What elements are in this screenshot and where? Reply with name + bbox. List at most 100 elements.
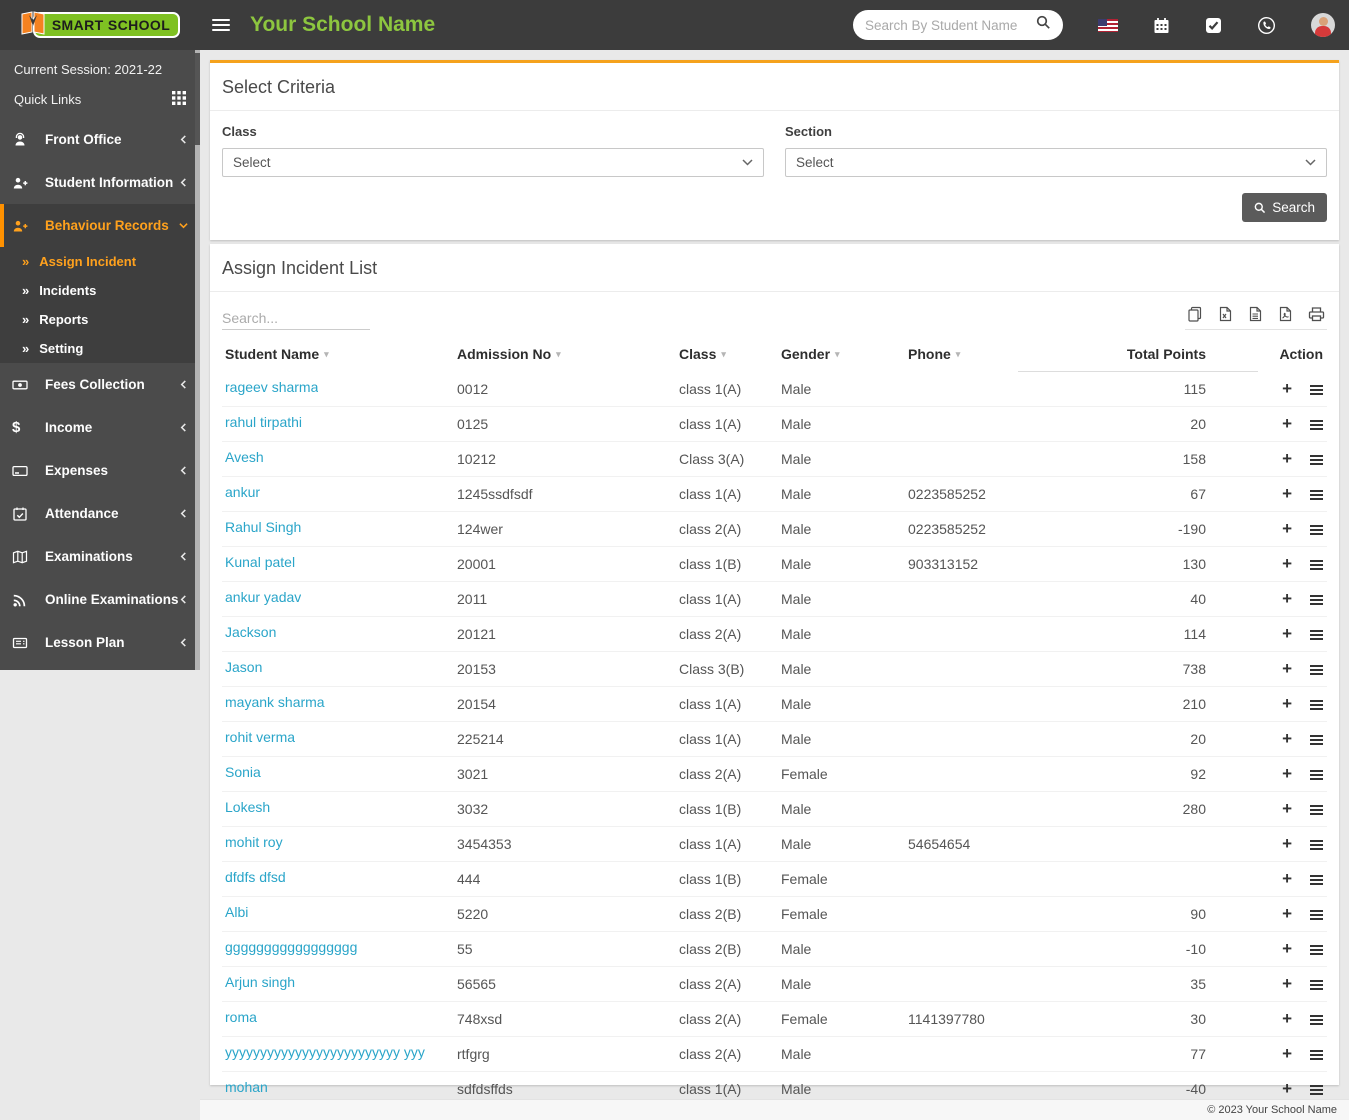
student-name-link[interactable]: Jackson <box>225 624 276 640</box>
task-check-square-icon[interactable] <box>1205 17 1222 34</box>
sidebar-item-examinations[interactable]: Examinations <box>0 535 200 578</box>
add-incident-button[interactable]: + <box>1282 659 1292 679</box>
add-incident-button[interactable]: + <box>1282 974 1292 994</box>
sidebar-item-student-information[interactable]: Student Information <box>0 161 200 204</box>
sidebar-item-assign-incident[interactable]: » Assign Incident <box>0 247 200 276</box>
student-name-link[interactable]: Jason <box>225 659 262 675</box>
student-name-link[interactable]: mohit roy <box>225 834 283 850</box>
sidebar-item-setting[interactable]: » Setting <box>0 334 200 363</box>
add-incident-button[interactable]: + <box>1282 904 1292 924</box>
sidebar-item-online-examinations[interactable]: Online Examinations <box>0 578 200 621</box>
incident-list-button[interactable] <box>1310 1049 1323 1052</box>
incident-list-button[interactable] <box>1310 664 1323 667</box>
avatar[interactable] <box>1311 13 1335 37</box>
pdf-icon[interactable] <box>1278 306 1293 322</box>
add-incident-button[interactable]: + <box>1282 414 1292 434</box>
student-name-link[interactable]: roma <box>225 1009 257 1025</box>
add-incident-button[interactable]: + <box>1282 939 1292 959</box>
student-name-link[interactable]: Arjun singh <box>225 974 295 990</box>
add-incident-button[interactable]: + <box>1282 764 1292 784</box>
sidebar-item-expenses[interactable]: Expenses <box>0 449 200 492</box>
student-search-input[interactable] <box>865 17 1036 33</box>
csv-icon[interactable] <box>1248 306 1263 322</box>
table-search-input[interactable] <box>222 307 370 330</box>
section-select[interactable]: Select <box>785 148 1327 177</box>
add-incident-button[interactable]: + <box>1282 519 1292 539</box>
sidebar-item-income[interactable]: $ Income <box>0 406 200 449</box>
add-incident-button[interactable]: + <box>1282 449 1292 469</box>
col-header-gender[interactable]: Gender ▾ <box>778 336 905 372</box>
student-name-link[interactable]: mayank sharma <box>225 694 325 710</box>
student-name-link[interactable]: yyyyyyyyyyyyyyyyyyyyyyyyy yyy <box>225 1044 425 1060</box>
student-name-link[interactable]: Albi <box>225 904 248 920</box>
sidebar-item-behaviour-records[interactable]: Behaviour Records <box>0 204 200 247</box>
incident-list-button[interactable] <box>1310 1084 1323 1087</box>
add-incident-button[interactable]: + <box>1282 379 1292 399</box>
incident-list-button[interactable] <box>1310 874 1323 877</box>
add-incident-button[interactable]: + <box>1282 1044 1292 1064</box>
student-name-link[interactable]: ankur yadav <box>225 589 301 605</box>
incident-list-button[interactable] <box>1310 524 1323 527</box>
incident-list-button[interactable] <box>1310 944 1323 947</box>
incident-list-button[interactable] <box>1310 594 1323 597</box>
col-header-student-name[interactable]: Student Name ▾ <box>222 336 454 372</box>
add-incident-button[interactable]: + <box>1282 484 1292 504</box>
copy-icon[interactable] <box>1187 306 1203 322</box>
student-name-link[interactable]: ggggggggggggggggg <box>225 939 357 955</box>
sidebar-scrollbar[interactable] <box>195 50 200 670</box>
sidebar-item-attendance[interactable]: Attendance <box>0 492 200 535</box>
calendar-icon[interactable] <box>1153 17 1170 34</box>
student-name-link[interactable]: Avesh <box>225 449 264 465</box>
incident-list-button[interactable] <box>1310 839 1323 842</box>
incident-list-button[interactable] <box>1310 559 1323 562</box>
incident-list-button[interactable] <box>1310 699 1323 702</box>
student-name-link[interactable]: Kunal patel <box>225 554 295 570</box>
add-incident-button[interactable]: + <box>1282 1079 1292 1099</box>
add-incident-button[interactable]: + <box>1282 834 1292 854</box>
student-name-link[interactable]: rahul tirpathi <box>225 414 302 430</box>
class-select[interactable]: Select <box>222 148 764 177</box>
app-logo[interactable]: SMART SCHOOL <box>0 0 200 50</box>
add-incident-button[interactable]: + <box>1282 869 1292 889</box>
student-name-link[interactable]: mohan <box>225 1079 268 1095</box>
sidebar-item-front-office[interactable]: Front Office <box>0 118 200 161</box>
incident-list-button[interactable] <box>1310 769 1323 772</box>
student-name-link[interactable]: Rahul Singh <box>225 519 301 535</box>
add-incident-button[interactable]: + <box>1282 589 1292 609</box>
add-incident-button[interactable]: + <box>1282 799 1292 819</box>
col-header-class[interactable]: Class ▾ <box>676 336 778 372</box>
student-name-link[interactable]: Lokesh <box>225 799 270 815</box>
add-incident-button[interactable]: + <box>1282 1009 1292 1029</box>
incident-list-button[interactable] <box>1310 384 1323 387</box>
add-incident-button[interactable]: + <box>1282 694 1292 714</box>
excel-icon[interactable] <box>1218 306 1233 322</box>
add-incident-button[interactable]: + <box>1282 624 1292 644</box>
incident-list-button[interactable] <box>1310 454 1323 457</box>
student-name-link[interactable]: rageev sharma <box>225 379 318 395</box>
col-header-admission-no[interactable]: Admission No ▾ <box>454 336 676 372</box>
incident-list-button[interactable] <box>1310 1014 1323 1017</box>
incident-list-button[interactable] <box>1310 734 1323 737</box>
language-flag-icon[interactable] <box>1098 18 1118 32</box>
criteria-search-button[interactable]: Search <box>1242 193 1327 222</box>
sidebar-item-reports[interactable]: » Reports <box>0 305 200 334</box>
add-incident-button[interactable]: + <box>1282 554 1292 574</box>
sidebar-item-lesson-plan[interactable]: Lesson Plan <box>0 621 200 664</box>
sidebar-item-incidents[interactable]: » Incidents <box>0 276 200 305</box>
student-name-link[interactable]: rohit verma <box>225 729 295 745</box>
incident-list-button[interactable] <box>1310 629 1323 632</box>
add-incident-button[interactable]: + <box>1282 729 1292 749</box>
incident-list-button[interactable] <box>1310 804 1323 807</box>
incident-list-button[interactable] <box>1310 979 1323 982</box>
search-icon[interactable] <box>1036 15 1051 35</box>
incident-list-button[interactable] <box>1310 419 1323 422</box>
sidebar-toggle-icon[interactable] <box>212 16 230 34</box>
student-name-link[interactable]: Sonia <box>225 764 261 780</box>
quick-links-grid-icon[interactable] <box>172 91 186 108</box>
student-name-link[interactable]: ankur <box>225 484 260 500</box>
incident-list-button[interactable] <box>1310 909 1323 912</box>
incident-list-button[interactable] <box>1310 489 1323 492</box>
whatsapp-icon[interactable] <box>1257 16 1276 35</box>
sidebar-item-fees-collection[interactable]: Fees Collection <box>0 363 200 406</box>
col-header-phone[interactable]: Phone ▾ <box>905 336 1018 372</box>
